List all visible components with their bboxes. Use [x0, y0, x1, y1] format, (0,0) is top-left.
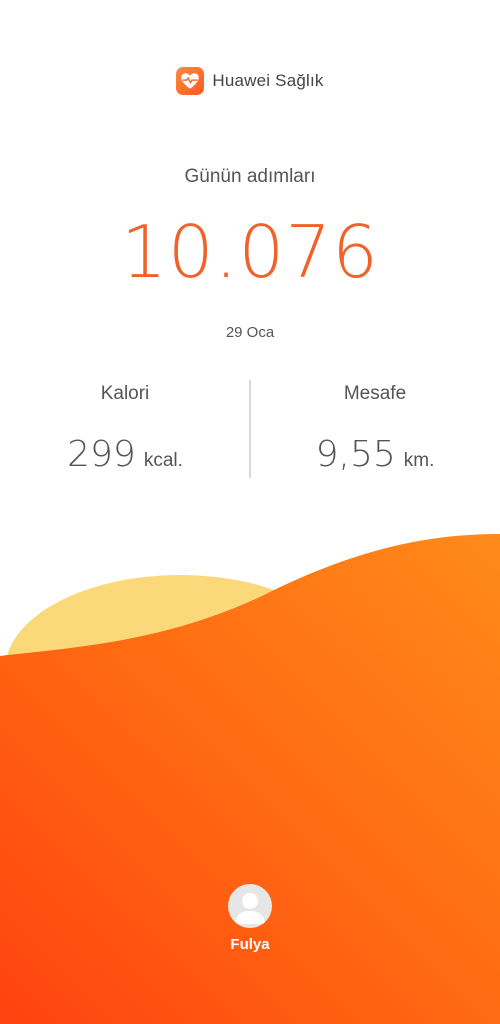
distance-label: Mesafe [343, 383, 407, 404]
app-title: Huawei Sağlık [212, 71, 324, 90]
user-profile[interactable]: Fulya [0, 884, 500, 953]
distance-value: 9,55 [315, 434, 396, 475]
steps-count: 10.076 [121, 210, 379, 294]
calories-value: 299 [67, 434, 136, 475]
steps-label: Günün adımları [184, 166, 316, 187]
calories-unit: kcal. [143, 450, 183, 471]
user-name: Fulya [230, 936, 270, 953]
distance-unit: km. [403, 450, 435, 471]
user-avatar-icon[interactable] [228, 884, 272, 928]
calories-stat: Kalori 299 kcal. [0, 380, 250, 475]
app-header: Huawei Sağlık [0, 66, 500, 96]
calories-label: Kalori [100, 383, 150, 404]
distance-stat: Mesafe 9,55 km. [250, 380, 500, 475]
date-label: 29 Oca [225, 324, 275, 341]
heart-pulse-icon [176, 67, 205, 95]
